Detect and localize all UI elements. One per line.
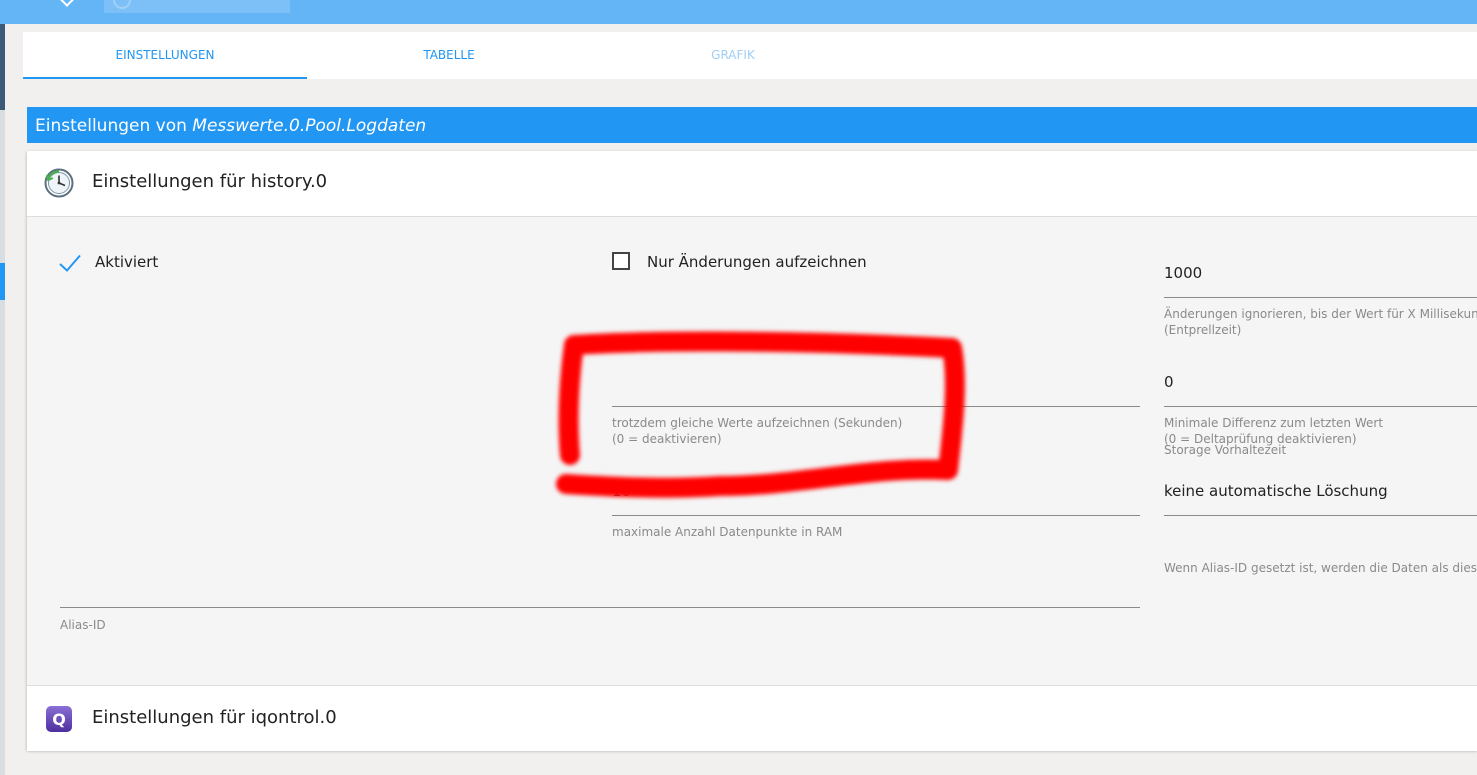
alias-id-label: Alias-ID xyxy=(60,618,106,632)
left-sidebar-strip xyxy=(0,0,5,775)
iqontrol-icon-letter: Q xyxy=(52,710,66,729)
tab-grafik: GRAFIK xyxy=(711,48,755,62)
alias-id-help: Wenn Alias-ID gesetzt ist, werden die Da… xyxy=(1164,561,1477,575)
sidebar-active-marker xyxy=(0,263,5,300)
retention-label: Storage Vorhaltezeit xyxy=(1164,443,1287,457)
settings-panel: Einstellungen für history.0 Aktiviert Nu… xyxy=(27,151,1477,751)
dialog-title-prefix: Einstellungen von xyxy=(35,116,187,136)
debounce-input-underline xyxy=(1164,297,1477,298)
clock-icon xyxy=(44,168,74,198)
debounce-help-line2: (Entprellzeit) xyxy=(1164,323,1242,337)
enabled-checkmark-icon[interactable] xyxy=(59,254,81,272)
record-same-input-underline xyxy=(612,406,1140,407)
max-points-input[interactable]: 10 xyxy=(612,482,631,500)
changes-only-checkbox[interactable] xyxy=(612,252,630,270)
retention-select[interactable]: keine automatische Löschung xyxy=(1164,482,1388,500)
min-diff-help-line1: Minimale Differenz zum letzten Wert xyxy=(1164,416,1384,430)
dialog-title-bar: Einstellungen von Messwerte.0.Pool.Logda… xyxy=(27,107,1477,143)
history-section-header[interactable]: Einstellungen für history.0 xyxy=(27,151,1477,217)
debounce-help: Änderungen ignorieren, bis der Wert für … xyxy=(1164,306,1477,338)
tab-tabelle[interactable]: TABELLE xyxy=(307,32,591,79)
active-tab-indicator xyxy=(23,77,307,79)
changes-only-label: Nur Änderungen aufzeichnen xyxy=(647,253,867,271)
record-same-help-line1: trotzdem gleiche Werte aufzeichnen (Seku… xyxy=(612,416,903,430)
min-diff-input[interactable]: 0 xyxy=(1164,373,1174,391)
debounce-input[interactable]: 1000 xyxy=(1164,264,1202,282)
max-points-input-underline xyxy=(612,515,1140,516)
chevron-down-icon[interactable] xyxy=(57,0,77,7)
debounce-help-line1: Änderungen ignorieren, bis der Wert für … xyxy=(1164,307,1477,321)
dialog-title-object-id: Messwerte.0.Pool.Logdaten xyxy=(192,116,427,136)
search-input[interactable] xyxy=(104,0,290,13)
tab-einstellungen[interactable]: EINSTELLUNGEN xyxy=(23,32,307,79)
max-points-help: maximale Anzahl Datenpunkte in RAM xyxy=(612,525,843,539)
alias-id-input-underline xyxy=(60,607,1140,608)
min-diff-input-underline xyxy=(1164,406,1477,407)
history-section-title: Einstellungen für history.0 xyxy=(92,171,328,192)
record-same-help: trotzdem gleiche Werte aufzeichnen (Seku… xyxy=(612,415,902,447)
iqontrol-icon: Q xyxy=(46,706,72,732)
top-app-bar xyxy=(0,0,1477,24)
iqontrol-section-header[interactable]: Q Einstellungen für iqontrol.0 xyxy=(27,685,1477,751)
enabled-label: Aktiviert xyxy=(95,253,159,271)
iqontrol-section-title: Einstellungen für iqontrol.0 xyxy=(92,707,337,728)
record-same-help-line2: (0 = deaktivieren) xyxy=(612,432,722,446)
retention-select-underline xyxy=(1164,515,1477,516)
tab-bar: EINSTELLUNGEN TABELLE GRAFIK xyxy=(23,32,1477,79)
